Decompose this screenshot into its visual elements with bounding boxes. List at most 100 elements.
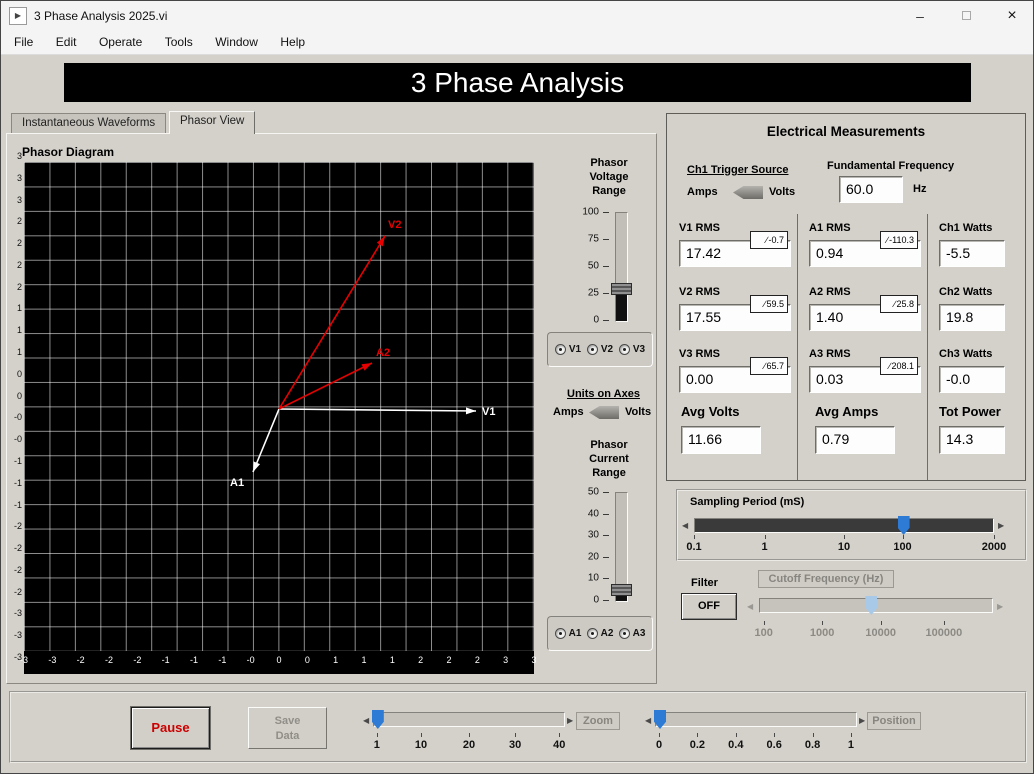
menu-item-operate[interactable]: Operate [90,31,151,53]
radio-icon [587,344,598,355]
v2-phase-angle: ∕59.5 [750,295,788,313]
filter-label: Filter [691,577,718,589]
tick-mark [603,266,609,267]
sampling-period-scale: 0.11101002000 [694,537,994,553]
tick-label: 0.1 [686,541,701,553]
axis-label: 0 [17,391,22,401]
menu-item-edit[interactable]: Edit [47,31,86,53]
menu-item-tools[interactable]: Tools [156,31,202,53]
radio-v2[interactable]: V2 [587,344,613,355]
tick-label: 1 [374,739,380,751]
tick-mark [881,621,882,625]
ch2-watts-value: 19.8 [939,304,1005,331]
trigger-source-switch[interactable] [733,186,763,199]
menu-item-help[interactable]: Help [271,31,314,53]
tick-mark [603,578,609,579]
cutoff-frequency-scale: 100100010000100000 [759,623,993,639]
save-data-button[interactable]: Save Data [248,707,327,749]
axis-label: -2 [133,655,141,665]
axis-label: -0 [14,412,22,422]
trigger-amps-label: Amps [687,186,718,198]
pause-button[interactable]: Pause [131,707,210,749]
tot-power-label: Tot Power [939,404,1001,419]
tick-mark [813,733,814,737]
radio-a1[interactable]: A1 [555,628,582,639]
radio-a2[interactable]: A2 [587,628,614,639]
radio-a3[interactable]: A3 [619,628,646,639]
maximize-icon [962,11,971,20]
v2-rms-label: V2 RMS [679,286,720,298]
radio-v3[interactable]: V3 [619,344,645,355]
svg-text:V1: V1 [482,406,495,418]
sampling-period-handle[interactable] [898,516,910,535]
avg-amps-value: 0.79 [815,426,895,454]
menu-item-window[interactable]: Window [206,31,267,53]
tab-phasor-view[interactable]: Phasor View [169,111,255,134]
phasor-voltage-range-slider[interactable]: 1007550250 [567,212,647,336]
sampling-period-label: Sampling Period (mS) [690,496,804,508]
radio-v1[interactable]: V1 [555,344,581,355]
current-range-handle[interactable] [611,584,632,596]
ch1-watts-value: -5.5 [939,240,1005,267]
axis-label: -2 [77,655,85,665]
voltage-range-track[interactable] [615,212,628,322]
ch1-watts-label: Ch1 Watts [939,222,992,234]
axis-label: -1 [218,655,226,665]
axis-label: 1 [361,655,366,665]
current-channel-group: A1 A2 A3 [547,616,653,651]
zoom-track[interactable] [373,712,565,727]
axis-label: 2 [475,655,480,665]
ch3-watts-label: Ch3 Watts [939,348,992,360]
fundamental-frequency-input[interactable]: 60.0 [839,176,903,203]
tick-label: 0.8 [805,739,820,751]
radio-icon [619,344,630,355]
axis-label: 2 [418,655,423,665]
v1-rms-label: V1 RMS [679,222,720,234]
a1-rms-label: A1 RMS [809,222,851,234]
slider-right-arrow[interactable]: ▶ [859,716,865,726]
page-title-banner: 3 Phase Analysis [64,63,971,102]
units-switch[interactable] [589,406,619,419]
tick-label: 10 [567,573,599,584]
v1-phase-angle: ∕-0.7 [750,231,788,249]
units-amps-label: Amps [553,406,584,418]
position-handle[interactable] [654,710,666,729]
axis-label: -0 [14,434,22,444]
tick-label: 30 [509,739,521,751]
close-button[interactable]: × [989,1,1034,31]
measurements-title: Electrical Measurements [667,124,1025,139]
tick-mark [774,733,775,737]
v1-rms-value: 17.42 ∕-0.7 [679,240,791,267]
filter-off-button[interactable]: OFF [681,593,737,620]
tick-mark [851,733,852,737]
column-divider [927,214,928,480]
zoom-handle[interactable] [372,710,384,729]
voltage-range-handle[interactable] [611,283,632,295]
slider-left-arrow[interactable]: ◀ [682,521,688,531]
axis-label: -1 [190,655,198,665]
slider-left-arrow[interactable]: ◀ [363,716,369,726]
current-range-track[interactable] [615,492,628,602]
axis-label: 3 [17,195,22,205]
axis-label: 3 [17,173,22,183]
position-track[interactable] [655,712,857,727]
trigger-volts-label: Volts [769,186,795,198]
slider-left-arrow[interactable]: ◀ [645,716,651,726]
minimize-button[interactable]: – [897,1,943,31]
svg-text:A2: A2 [376,347,390,359]
tab-instantaneous-waveforms[interactable]: Instantaneous Waveforms [11,113,166,134]
slider-right-arrow[interactable]: ▶ [567,716,573,726]
y-axis-labels: 333222211100-0-0-1-1-1-2-2-2-2-3-3-3 [8,156,23,657]
menu-item-file[interactable]: File [5,31,42,53]
a1-phase-angle: ∕-110.3 [880,231,918,249]
tick-mark [603,212,609,213]
tick-label: 100 [893,541,911,553]
slider-right-arrow[interactable]: ▶ [998,521,1004,531]
axis-label: 3 [531,655,536,665]
app-icon: ▶ [9,7,27,25]
phasor-current-range-slider[interactable]: 50403020100 [567,492,647,616]
tick-mark [469,733,470,737]
sampling-period-track[interactable] [694,518,994,533]
maximize-button[interactable] [943,1,989,31]
avg-volts-label: Avg Volts [681,404,740,419]
